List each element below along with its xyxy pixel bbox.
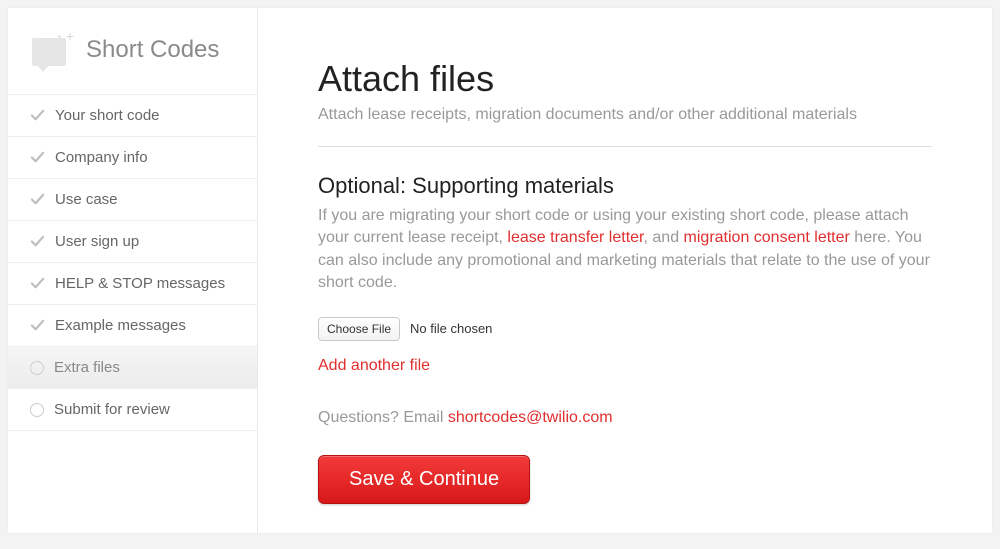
checkmark-icon — [30, 150, 45, 165]
checkmark-icon — [30, 318, 45, 333]
questions-text: Questions? Email shortcodes@twilio.com — [318, 409, 932, 427]
sidebar-item-label: User sign up — [55, 233, 139, 250]
sidebar-nav: Your short code Company info Use case Us… — [8, 95, 257, 431]
migration-consent-letter-link[interactable]: migration consent letter — [684, 229, 850, 246]
sidebar-title: Short Codes — [86, 36, 219, 64]
add-another-file-link[interactable]: Add another file — [318, 357, 430, 375]
short-codes-icon: + + — [30, 28, 74, 72]
sidebar-item-label: Company info — [55, 149, 148, 166]
circle-icon — [30, 403, 44, 417]
questions-prefix: Questions? Email — [318, 409, 448, 426]
circle-icon — [30, 361, 44, 375]
sidebar: + + Short Codes Your short code Company … — [8, 8, 258, 533]
page-subtitle: Attach lease receipts, migration documen… — [318, 106, 932, 147]
sidebar-item-label: Example messages — [55, 317, 186, 334]
sidebar-item-submit-for-review[interactable]: Submit for review — [8, 389, 257, 431]
sidebar-item-user-sign-up[interactable]: User sign up — [8, 221, 257, 263]
sidebar-item-label: Extra files — [54, 359, 120, 376]
checkmark-icon — [30, 276, 45, 291]
page-title: Attach files — [318, 58, 932, 100]
choose-file-button[interactable]: Choose File — [318, 317, 400, 341]
sidebar-item-label: HELP & STOP messages — [55, 275, 225, 292]
file-input-row: Choose File No file chosen — [318, 317, 932, 341]
checkmark-icon — [30, 192, 45, 207]
sidebar-item-label: Submit for review — [54, 401, 170, 418]
sidebar-item-label: Use case — [55, 191, 118, 208]
sidebar-item-extra-files[interactable]: Extra files — [8, 347, 257, 389]
checkmark-icon — [30, 234, 45, 249]
checkmark-icon — [30, 108, 45, 123]
app-container: + + Short Codes Your short code Company … — [8, 8, 992, 533]
questions-email-link[interactable]: shortcodes@twilio.com — [448, 409, 613, 426]
section-title: Optional: Supporting materials — [318, 173, 932, 199]
sidebar-item-your-short-code[interactable]: Your short code — [8, 95, 257, 137]
main-content: Attach files Attach lease receipts, migr… — [258, 8, 992, 533]
sidebar-item-help-stop-messages[interactable]: HELP & STOP messages — [8, 263, 257, 305]
section-description: If you are migrating your short code or … — [318, 205, 932, 295]
sidebar-item-use-case[interactable]: Use case — [8, 179, 257, 221]
sidebar-item-company-info[interactable]: Company info — [8, 137, 257, 179]
save-continue-button[interactable]: Save & Continue — [318, 455, 530, 504]
sidebar-header: + + Short Codes — [8, 8, 257, 95]
sidebar-item-example-messages[interactable]: Example messages — [8, 305, 257, 347]
sidebar-item-label: Your short code — [55, 107, 160, 124]
file-status-text: No file chosen — [410, 321, 492, 336]
desc-text: , and — [644, 229, 684, 246]
lease-transfer-letter-link[interactable]: lease transfer letter — [507, 229, 643, 246]
